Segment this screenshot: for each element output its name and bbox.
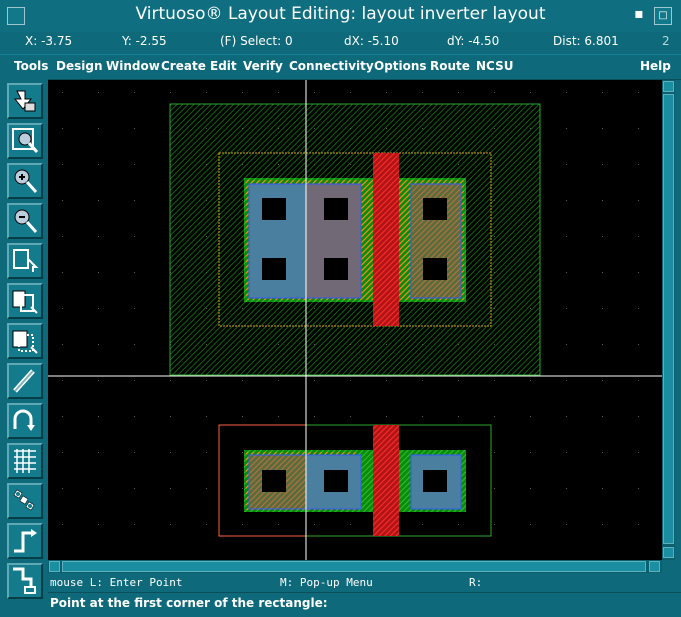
- mouse-right-binding: R:: [469, 576, 483, 589]
- zoom-fit-icon: [12, 128, 39, 153]
- delete-icon: [13, 369, 35, 393]
- menu-route[interactable]: Route: [430, 59, 470, 73]
- tool-zoom-out[interactable]: [7, 203, 43, 239]
- properties-icon: [14, 449, 36, 473]
- undo-icon: [13, 409, 35, 431]
- tool-delete[interactable]: [7, 363, 43, 399]
- scroll-up-arrow[interactable]: [663, 81, 674, 92]
- minimize-button[interactable]: ▪: [630, 7, 648, 25]
- menu-edit[interactable]: Edit: [210, 59, 237, 73]
- menu-tools[interactable]: Tools: [14, 59, 48, 73]
- delta-x: dX: -5.10: [344, 34, 399, 48]
- pmos-device: [169, 103, 541, 376]
- tool-rectangle[interactable]: [7, 563, 43, 599]
- layout-canvas[interactable]: [48, 80, 662, 560]
- menu-ncsu[interactable]: NCSU: [476, 59, 513, 73]
- menu-window[interactable]: Window: [106, 59, 160, 73]
- tool-palette: [0, 79, 48, 617]
- move-icon: [12, 330, 38, 354]
- tool-undo[interactable]: [7, 403, 43, 439]
- distance: Dist: 6.801: [553, 34, 619, 48]
- scroll-left-arrow[interactable]: [49, 561, 60, 572]
- cursor-x: X: -3.75: [25, 34, 73, 48]
- window-number: 2: [662, 34, 670, 48]
- horizontal-scroll-thumb[interactable]: [62, 561, 646, 572]
- ruler-icon: [13, 489, 35, 511]
- select-count: (F) Select: 0: [220, 34, 293, 48]
- delta-y: dY: -4.50: [447, 34, 500, 48]
- vertical-scroll-thumb[interactable]: [663, 94, 674, 544]
- mouse-middle-binding: M: Pop-up Menu: [280, 576, 373, 589]
- prompt-bar: Point at the first corner of the rectang…: [48, 592, 681, 613]
- horizontal-scrollbar[interactable]: [48, 560, 662, 573]
- prompt-text: Point at the first corner of the rectang…: [50, 596, 328, 610]
- tool-path[interactable]: [7, 523, 43, 559]
- scroll-down-arrow[interactable]: [663, 547, 674, 558]
- menu-help[interactable]: Help: [640, 59, 671, 73]
- window-title: Virtuoso® Layout Editing: layout inverte…: [135, 4, 546, 24]
- menu-verify[interactable]: Verify: [243, 59, 283, 73]
- layout-drawing: [48, 80, 662, 560]
- zoom-out-icon: [14, 209, 38, 234]
- coordinate-bar: X: -3.75 Y: -2.55 (F) Select: 0 dX: -5.1…: [0, 32, 681, 52]
- tool-save-view[interactable]: [7, 83, 43, 119]
- menu-connectivity[interactable]: Connectivity: [289, 59, 374, 73]
- menu-options[interactable]: Options: [374, 59, 427, 73]
- menu-create[interactable]: Create: [161, 59, 206, 73]
- maximize-button[interactable]: □: [654, 7, 672, 25]
- menu-design[interactable]: Design: [56, 59, 103, 73]
- tool-properties[interactable]: [7, 443, 43, 479]
- menu-bar: Tools Design Window Create Edit Verify C…: [0, 54, 681, 80]
- tool-ruler[interactable]: [7, 483, 43, 519]
- cursor-y: Y: -2.55: [122, 34, 167, 48]
- rectangle-icon: [13, 567, 36, 594]
- tool-stretch[interactable]: [7, 243, 43, 279]
- save-view-icon: [13, 90, 36, 112]
- copy-icon: [12, 290, 38, 314]
- vertical-scrollbar[interactable]: [662, 80, 675, 560]
- tool-zoom-in[interactable]: [7, 163, 43, 199]
- stretch-icon: [13, 249, 39, 272]
- zoom-in-icon: [14, 169, 38, 194]
- mouse-left-binding: mouse L: Enter Point: [50, 576, 183, 589]
- path-icon: [14, 529, 37, 553]
- title-bar: Virtuoso® Layout Editing: layout inverte…: [0, 0, 681, 33]
- mouse-bindings-bar: mouse L: Enter Point M: Pop-up Menu R:: [48, 574, 681, 591]
- tool-zoom-fit[interactable]: [7, 123, 43, 159]
- tool-copy[interactable]: [7, 283, 43, 319]
- tool-move[interactable]: [7, 323, 43, 359]
- scroll-right-arrow[interactable]: [649, 561, 660, 572]
